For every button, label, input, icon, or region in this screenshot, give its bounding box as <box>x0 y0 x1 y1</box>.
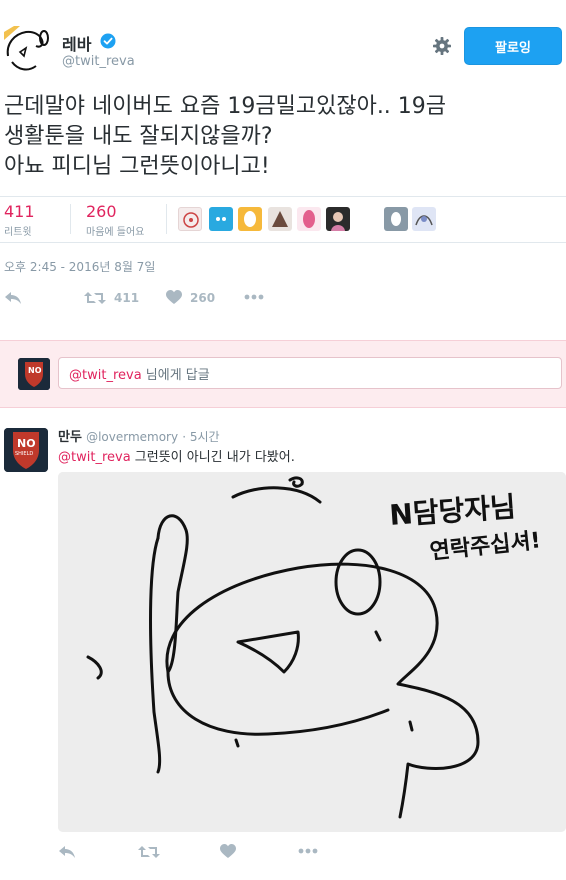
liker-avatar[interactable] <box>178 207 202 231</box>
likes-label: 마음에 들어요 <box>86 227 145 238</box>
reply-icon <box>5 292 21 304</box>
like-action[interactable]: 260 <box>166 290 215 305</box>
liker-avatar[interactable] <box>297 207 321 231</box>
heart-icon <box>166 290 182 304</box>
likes-count: 260 <box>86 202 117 221</box>
gear-icon[interactable] <box>432 36 452 56</box>
author-name[interactable]: 레바 <box>62 31 91 55</box>
reply-retweet-action[interactable] <box>138 844 160 860</box>
retweets-label: 리트윗 <box>4 227 32 238</box>
liker-avatar[interactable] <box>209 207 233 231</box>
reply-time[interactable]: · 5시간 <box>182 430 219 444</box>
retweet-icon <box>138 846 160 858</box>
following-button[interactable]: 팔로잉 <box>464 27 562 65</box>
avatar-text-shield: SHIELD <box>15 451 34 457</box>
liker-avatar[interactable] <box>268 207 292 231</box>
avatar-text-no: NO <box>17 437 36 450</box>
likes-stat[interactable]: 260 마음에 들어요 <box>86 202 144 238</box>
retweet-action[interactable]: 411 <box>84 290 139 306</box>
author-avatar[interactable] <box>4 26 52 74</box>
retweet-icon <box>84 292 106 304</box>
retweet-count: 411 <box>114 291 140 305</box>
tweet-text-line: 아뇨 피디님 그런뜻이아니고! <box>4 154 270 179</box>
reply-icon <box>59 846 75 858</box>
liker-avatar[interactable] <box>384 207 408 231</box>
tweet-text-line: 생활툰을 내도 잘되지않을까? <box>4 124 273 149</box>
reply-author-handle[interactable]: @lovermemory <box>86 430 178 444</box>
like-count: 260 <box>190 290 216 305</box>
retweets-count: 411 <box>4 202 35 221</box>
reply-input[interactable]: @twit_reva 님에게 답글 <box>58 357 562 389</box>
heart-icon <box>220 844 236 858</box>
reply-more-action[interactable] <box>298 843 318 859</box>
liker-avatar[interactable] <box>326 207 350 231</box>
liker-avatar[interactable] <box>412 207 436 231</box>
reply-text-body: 그런뜻이 아니긴 내가 다봤어. <box>130 450 295 465</box>
reply-text: @twit_reva 그런뜻이 아니긴 내가 다봤어. <box>58 446 295 465</box>
more-icon <box>298 848 318 854</box>
reply-header: 만두 @lovermemory · 5시간 <box>58 426 220 445</box>
reply-like-action[interactable] <box>220 844 236 859</box>
reply-mention[interactable]: @twit_reva <box>58 450 131 465</box>
reply-author-name[interactable]: 만두 <box>58 430 82 445</box>
more-action[interactable] <box>244 289 264 305</box>
reply-input-mention: @twit_reva <box>69 368 142 383</box>
author-handle[interactable]: @twit_reva <box>62 54 135 69</box>
reply-author-avatar[interactable]: NO SHIELD <box>4 428 48 472</box>
tweet-timestamp[interactable]: 오후 2:45 - 2016년 8월 7일 <box>4 258 155 275</box>
avatar-text-no: NO <box>28 366 42 375</box>
more-icon <box>244 294 264 300</box>
current-user-avatar: NO <box>18 358 50 390</box>
tweet-text: 근데말야 네이버도 요즘 19금밀고있잖아.. 19금 생활툰을 내도 잘되지않… <box>4 92 560 182</box>
retweets-stat[interactable]: 411 리트윗 <box>4 202 35 238</box>
verified-badge-icon <box>100 33 116 49</box>
reply-action[interactable] <box>4 290 22 306</box>
reply-input-text: 님에게 답글 <box>141 368 210 383</box>
reply-image[interactable]: N담당자님 연락주십셔! <box>58 472 566 832</box>
reply-reply-action[interactable] <box>58 844 76 860</box>
tweet-text-line: 근데말야 네이버도 요즘 19금밀고있잖아.. 19금 <box>4 94 447 119</box>
liker-avatar[interactable] <box>238 207 262 231</box>
